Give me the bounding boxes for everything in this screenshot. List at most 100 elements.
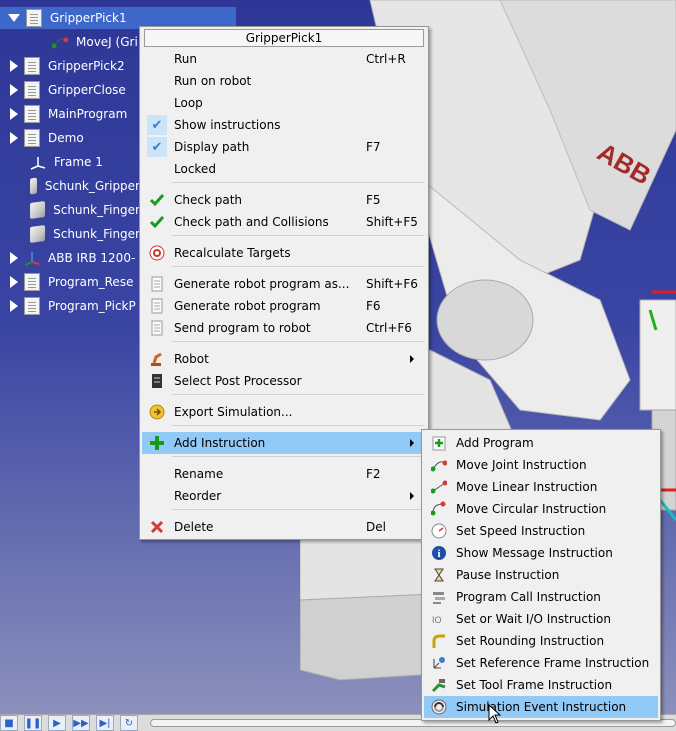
tree-item[interactable]: Program_Rese xyxy=(0,271,140,293)
menu-item-gutter xyxy=(142,92,172,114)
menu-item-send-program-to-robot[interactable]: Send program to robot Ctrl+F6 xyxy=(142,317,426,339)
menu-separator xyxy=(172,509,424,510)
menu-item-check-path-and-collisions[interactable]: Check path and Collisions Shift+F5 xyxy=(142,211,426,233)
hourglass-icon xyxy=(431,567,447,583)
submenu-item-set-rounding-instruction[interactable]: Set Rounding Instruction xyxy=(424,630,658,652)
menu-item-locked[interactable]: Locked xyxy=(142,158,426,180)
io-icon: IO xyxy=(431,611,447,627)
menu-item-export-simulation[interactable]: Export Simulation... xyxy=(142,401,426,423)
menu-item-delete[interactable]: Delete Del xyxy=(142,516,426,538)
tree-item[interactable]: GripperClose xyxy=(0,79,140,101)
program-file-icon xyxy=(149,298,165,314)
tree-item[interactable]: ABB IRB 1200- xyxy=(0,247,140,269)
submenu-item-show-message-instruction[interactable]: i Show Message Instruction xyxy=(424,542,658,564)
collapsed-arrow-icon[interactable] xyxy=(10,108,18,120)
submenu-item-add-program[interactable]: Add Program xyxy=(424,432,658,454)
fast-forward-icon[interactable]: ▶▶ xyxy=(72,715,90,731)
collapsed-arrow-icon[interactable] xyxy=(10,84,18,96)
tree-item[interactable]: Demo xyxy=(0,127,140,149)
play-icon[interactable]: ▶ xyxy=(48,715,66,731)
tree-item-label: ABB IRB 1200- xyxy=(48,251,136,265)
tree-item[interactable]: Program_PickP xyxy=(0,295,140,317)
submenu-item-set-reference-frame-instruction[interactable]: Set Reference Frame Instruction xyxy=(424,652,658,674)
mouse-cursor-icon xyxy=(488,704,502,724)
tree-item[interactable]: MoveJ (Gri xyxy=(0,31,140,53)
add-instruction-submenu: Add Program Move Joint Instruction Move Li… xyxy=(421,429,661,721)
tree-item[interactable]: Schunk_Finger xyxy=(0,223,140,245)
collapsed-arrow-icon[interactable] xyxy=(10,132,18,144)
menu-item-select-post-processor[interactable]: Select Post Processor xyxy=(142,370,426,392)
menu-item-label: Show instructions xyxy=(174,118,281,132)
menu-item-gutter xyxy=(424,454,454,476)
menu-item-run-on-robot[interactable]: Run on robot xyxy=(142,70,426,92)
tree-item[interactable]: Schunk_Gripper xyxy=(0,175,140,197)
document-icon xyxy=(24,81,40,99)
submenu-item-move-circular-instruction[interactable]: Move Circular Instruction xyxy=(424,498,658,520)
menu-separator xyxy=(172,266,424,267)
menu-item-reorder[interactable]: Reorder xyxy=(142,485,426,507)
submenu-item-move-joint-instruction[interactable]: Move Joint Instruction xyxy=(424,454,658,476)
submenu-item-label: Simulation Event Instruction xyxy=(456,700,627,714)
submenu-arrow-icon xyxy=(410,355,414,363)
tree-item[interactable]: GripperPick2 xyxy=(0,55,140,77)
green-plus-icon xyxy=(149,435,165,451)
frame-icon xyxy=(30,154,46,170)
menu-item-gutter: ✔ xyxy=(142,114,172,136)
collapsed-arrow-icon[interactable] xyxy=(10,60,18,72)
menu-item-robot[interactable]: Robot xyxy=(142,348,426,370)
submenu-item-set-speed-instruction[interactable]: Set Speed Instruction xyxy=(424,520,658,542)
menu-item-label: Reorder xyxy=(174,489,222,503)
tree-item[interactable]: MainProgram xyxy=(0,103,140,125)
simulation-event-icon xyxy=(431,699,447,715)
menu-item-generate-robot-program-as[interactable]: Generate robot program as... Shift+F6 xyxy=(142,273,426,295)
tree-item[interactable]: Schunk_Finger xyxy=(0,199,140,221)
submenu-item-pause-instruction[interactable]: Pause Instruction xyxy=(424,564,658,586)
menu-item-gutter xyxy=(142,273,172,295)
program-file-icon xyxy=(149,320,165,336)
collapsed-arrow-icon[interactable] xyxy=(10,276,18,288)
submenu-item-set-or-wait-i-o-instruction[interactable]: IO Set or Wait I/O Instruction xyxy=(424,608,658,630)
submenu-item-set-tool-frame-instruction[interactable]: Set Tool Frame Instruction xyxy=(424,674,658,696)
tree-item-label: Demo xyxy=(48,131,84,145)
tree-item[interactable]: Frame 1 xyxy=(0,151,140,173)
menu-item-gutter: IO xyxy=(424,608,454,630)
submenu-item-simulation-event-instruction[interactable]: Simulation Event Instruction xyxy=(424,696,658,718)
menu-item-display-path[interactable]: ✔ Display path F7 xyxy=(142,136,426,158)
menu-item-add-instruction[interactable]: Add Instruction xyxy=(142,432,426,454)
menu-item-label: Check path xyxy=(174,193,243,207)
menu-item-shortcut: Ctrl+F6 xyxy=(366,321,412,335)
step-icon[interactable]: ▶| xyxy=(96,715,114,731)
menu-item-label: Display path xyxy=(174,140,250,154)
submenu-item-move-linear-instruction[interactable]: Move Linear Instruction xyxy=(424,476,658,498)
expanded-arrow-icon[interactable] xyxy=(8,14,20,22)
menu-item-show-instructions[interactable]: ✔ Show instructions xyxy=(142,114,426,136)
submenu-item-label: Set Reference Frame Instruction xyxy=(456,656,650,670)
reload-icon[interactable]: ↻ xyxy=(120,715,138,731)
menu-separator xyxy=(172,235,424,236)
pause-icon[interactable]: ❚❚ xyxy=(24,715,42,731)
tree-item-label: GripperPick1 xyxy=(50,11,127,25)
submenu-item-label: Add Program xyxy=(456,436,534,450)
menu-item-shortcut: F7 xyxy=(366,140,381,154)
cube-icon xyxy=(30,177,37,195)
menu-item-gutter xyxy=(142,189,172,211)
checkmark-icon: ✔ xyxy=(147,115,167,135)
collapsed-arrow-icon[interactable] xyxy=(10,252,18,264)
menu-item-gutter xyxy=(142,401,172,423)
robot-arm-icon xyxy=(149,351,165,367)
menu-item-gutter xyxy=(142,485,172,507)
menu-item-loop[interactable]: Loop xyxy=(142,92,426,114)
menu-item-recalculate-targets[interactable]: Recalculate Targets xyxy=(142,242,426,264)
reference-frame-icon xyxy=(431,655,447,671)
menu-item-check-path[interactable]: Check path F5 xyxy=(142,189,426,211)
menu-item-generate-robot-program[interactable]: Generate robot program F6 xyxy=(142,295,426,317)
submenu-item-label: Set Tool Frame Instruction xyxy=(456,678,613,692)
collapsed-arrow-icon[interactable] xyxy=(10,300,18,312)
menu-item-run[interactable]: Run Ctrl+R xyxy=(142,48,426,70)
submenu-item-label: Move Joint Instruction xyxy=(456,458,587,472)
menu-item-gutter xyxy=(142,432,172,454)
document-icon xyxy=(24,273,40,291)
stop-icon[interactable]: ■ xyxy=(0,715,18,731)
menu-item-rename[interactable]: Rename F2 xyxy=(142,463,426,485)
submenu-item-program-call-instruction[interactable]: Program Call Instruction xyxy=(424,586,658,608)
